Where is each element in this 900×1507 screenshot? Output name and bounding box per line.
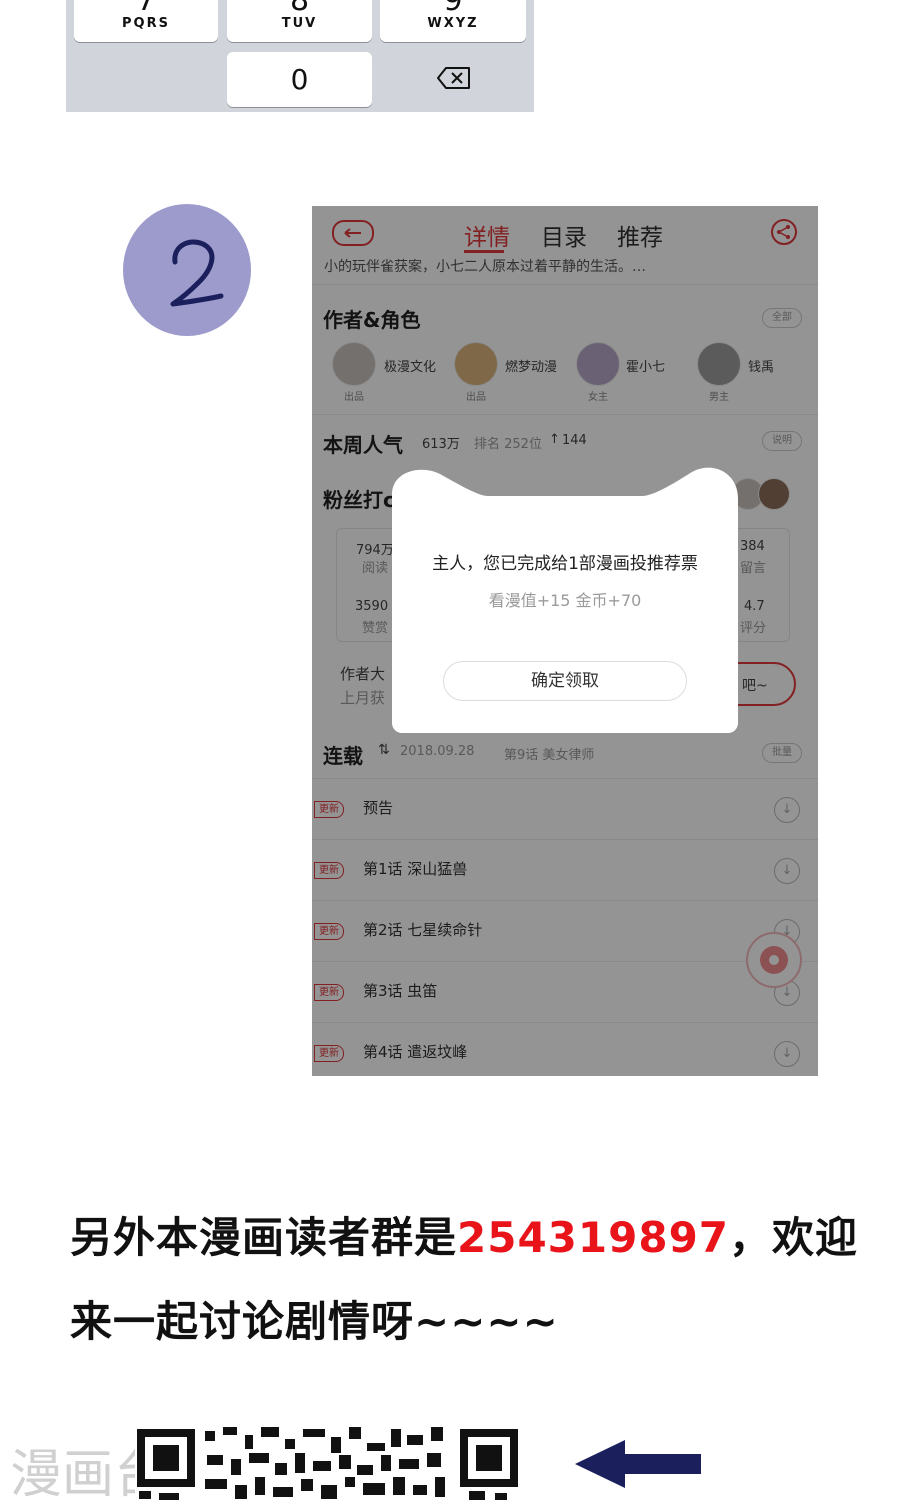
caption-line1: 另外本漫画读者群是254319897，欢迎	[70, 1213, 859, 1262]
phone-keypad: 7 PQRS 8 TUV 9 WXYZ 0	[66, 0, 534, 112]
step-marker	[123, 204, 251, 336]
key-8[interactable]: 8 TUV	[227, 0, 372, 42]
qr-code-icon[interactable]	[135, 1425, 520, 1500]
key-0[interactable]: 0	[227, 52, 372, 107]
app-screenshot: 详情 目录 推荐 小的玩伴雀获案，小七二人原本过着平静的生活。… 作者&角色 全…	[312, 206, 818, 1076]
group-number: 254319897	[457, 1213, 730, 1262]
reward-dialog: 主人，您已完成给1部漫画投推荐票 看漫值+15 金币+70 确定领取	[392, 501, 738, 733]
dialog-reward: 看漫值+15 金币+70	[488, 591, 642, 610]
caption-line2: 来一起讨论剧情呀~~~~	[70, 1297, 559, 1346]
confirm-claim-button[interactable]: 确定领取	[443, 661, 687, 701]
backspace-icon[interactable]	[436, 66, 472, 90]
dialog-message: 主人，您已完成给1部漫画投推荐票	[432, 554, 698, 574]
handwritten-two-icon	[170, 239, 224, 307]
key-7[interactable]: 7 PQRS	[74, 0, 218, 42]
key-9[interactable]: 9 WXYZ	[380, 0, 526, 42]
arrow-left-icon	[575, 1440, 701, 1488]
